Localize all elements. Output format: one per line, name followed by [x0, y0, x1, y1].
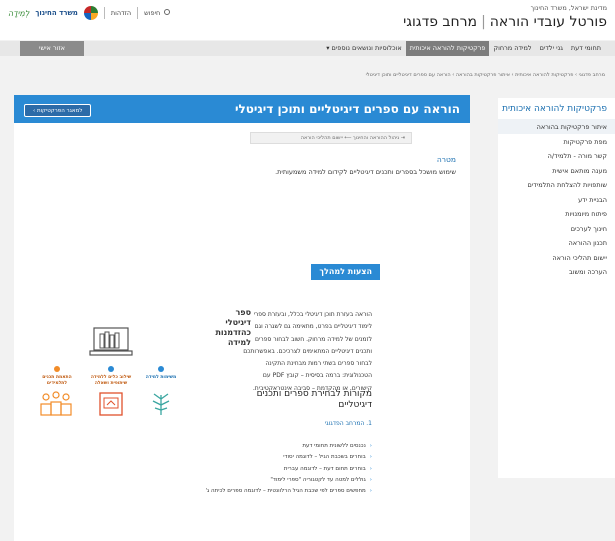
tab-subjects[interactable]: תחומי דעת [567, 41, 605, 56]
site-header: מדינת ישראל, משרד החינוך פורטל עובדי הור… [0, 0, 615, 40]
brand-script[interactable]: לְמִידָה [8, 9, 29, 18]
tab-remote-learning[interactable]: למידה מרחוק [489, 41, 535, 56]
chevron-down-icon: ▾ [326, 44, 330, 52]
sources-subheading[interactable]: 1. המרחב הפדגוגי [325, 420, 372, 427]
chevron-left-icon: ‹ [369, 476, 372, 483]
list-item: ‹בוחרים בשכבת הגיל – לדוגמה יסודי [283, 454, 372, 461]
utility-bar: לְמִידָה משרד החינוך הזדהות חיפוש [8, 6, 171, 20]
site-title[interactable]: פורטל עובדי הוראה|מרחב פדגוגי [403, 14, 607, 30]
chevron-left-icon: ‹ [369, 465, 372, 472]
page-title: הוראה עם ספרים דיגיטליים ותוכן דיגיטלי [234, 102, 460, 116]
laptop-books-icon [89, 327, 133, 356]
chevron-left-icon: ‹ [369, 454, 372, 461]
tag-icon: ⇥ [399, 135, 405, 141]
sidebar-item-values[interactable]: חינוך לערכים [498, 221, 615, 236]
search-button[interactable]: חיפוש [144, 9, 171, 17]
proposal-heading: הצעות למהלך [311, 264, 380, 280]
tab-quality-teaching[interactable]: פרקטיקות להוראה איכותית [405, 41, 490, 56]
presentation-icon [99, 392, 123, 416]
icon-label-collaboration: שילוב כלים ללמידה שיתופית ושאלה [90, 375, 132, 386]
icon-label-adaptation: התאמת תכנים לתלמידים [42, 375, 72, 386]
divider [103, 7, 105, 19]
step-3-marker [54, 366, 60, 372]
sidebar-item-practices-map[interactable]: מפת פרקטיקות [498, 134, 615, 149]
icon-label-tasks: משימות למידה [145, 375, 177, 380]
sidebar-item-personal-response[interactable]: מענה מותאם אישית [498, 163, 615, 178]
sources-list: ‹נכנסים ללשונית תחומי דעת ‹בוחרים בשכבת … [172, 441, 372, 497]
section-title[interactable]: מרחב פדגוגי [403, 14, 477, 30]
gov-line: מדינת ישראל, משרד החינוך [530, 4, 607, 12]
sources-heading: מקורות לבחירת ספרים ותכנים דיגיטליים [256, 389, 372, 410]
search-label: חיפוש [144, 9, 161, 17]
search-icon [164, 9, 171, 15]
step-2-marker [108, 366, 114, 372]
brain-tasks-icon [152, 393, 170, 415]
tab-populations[interactable]: אוכלוסיות ונושאים נוספים ▾ [322, 41, 406, 56]
people-icon [40, 391, 72, 416]
sidebar-item-planning[interactable]: תכנון ההוראה [498, 235, 615, 250]
sidebar-item-implementation[interactable]: יישום תהליכי הוראה [498, 250, 615, 265]
sidebar-item-partnerships[interactable]: שותפויות להצלחת התלמידים [498, 177, 615, 192]
login-link[interactable]: הזדהות [111, 9, 131, 17]
list-item: ‹נכנסים ללשונית תחומי דעת [302, 443, 372, 449]
goal-heading: מטרה [436, 155, 456, 164]
step-1-marker [158, 366, 164, 372]
sidebar-item-find-practices[interactable]: איתור פרקטיקות בהוראה [498, 119, 615, 134]
practice-summary-panel: הוראה עם ספרים דיגיטליים ותוכן דיגיטלי ל… [14, 95, 470, 278]
learning-icons: משימות למידה שילוב כלים ללמידה שיתופית ו… [34, 326, 184, 424]
proposal-panel: הצעות למהלך ספר דיגיטלי כהזדמנות למידה ה… [14, 256, 470, 541]
tag-path: ניהול ההוראה והחינוך ⟵ יישום תהליכי הורא… [300, 135, 400, 141]
breadcrumb[interactable]: מרחב פדגוגי › פרקטיקות להוראה איכותית › … [366, 72, 605, 78]
main-nav: תחומי דעת גני ילדים למידה מרחוק פרקטיקות… [0, 41, 615, 56]
sidebar-item-assessment[interactable]: הערכה ומשוב [498, 264, 615, 279]
divider [137, 7, 139, 19]
chevron-left-icon: ‹ [369, 443, 372, 449]
sidebar-title[interactable]: פרקטיקות להוראה איכותית [498, 98, 615, 119]
list-item: ‹מחפשים ספרים לפי שכבת הגיל הרלוונטית – … [205, 488, 372, 495]
list-item: ‹בוחרים תחום דעת – לדוגמה עברית [283, 465, 372, 472]
category-tag[interactable]: ⇥ ניהול ההוראה והחינוך ⟵ יישום תהליכי הו… [250, 132, 412, 144]
practice-header: הוראה עם ספרים דיגיטליים ותוכן דיגיטלי ל… [14, 95, 470, 123]
ministry-logo-icon[interactable] [83, 6, 98, 20]
sidebar-item-teacher-student[interactable]: קשר מורה - תלמיד/ה [498, 148, 615, 163]
tab-kindergarten[interactable]: גני ילדים [536, 41, 567, 56]
sidebar-item-skills[interactable]: פיתוח מיומנויות [498, 206, 615, 221]
goal-text: שימוש מושכל בספרים ותכנים דיגיטליים לקיד… [275, 168, 456, 176]
sidebar: פרקטיקות להוראה איכותית איתור פרקטיקות ב… [498, 98, 615, 478]
list-item: ‹גוללים למטה עד לקטגוריה "ספרי לימוד" [270, 476, 372, 483]
proposal-description: הוראה בעזרת תוכן דיגיטלי בכלל, ובעזרת ספ… [243, 311, 372, 392]
portal-title[interactable]: פורטל עובדי הוראה [490, 14, 607, 30]
back-to-repository-button[interactable]: למאגר הפרקטיקות › [24, 104, 92, 117]
sidebar-item-knowledge[interactable]: הבניית ידע [498, 192, 615, 207]
personal-area-button[interactable]: אזור אישי [20, 41, 84, 56]
chevron-left-icon: ‹ [369, 488, 372, 495]
brand-name[interactable]: משרד החינוך [35, 9, 77, 17]
